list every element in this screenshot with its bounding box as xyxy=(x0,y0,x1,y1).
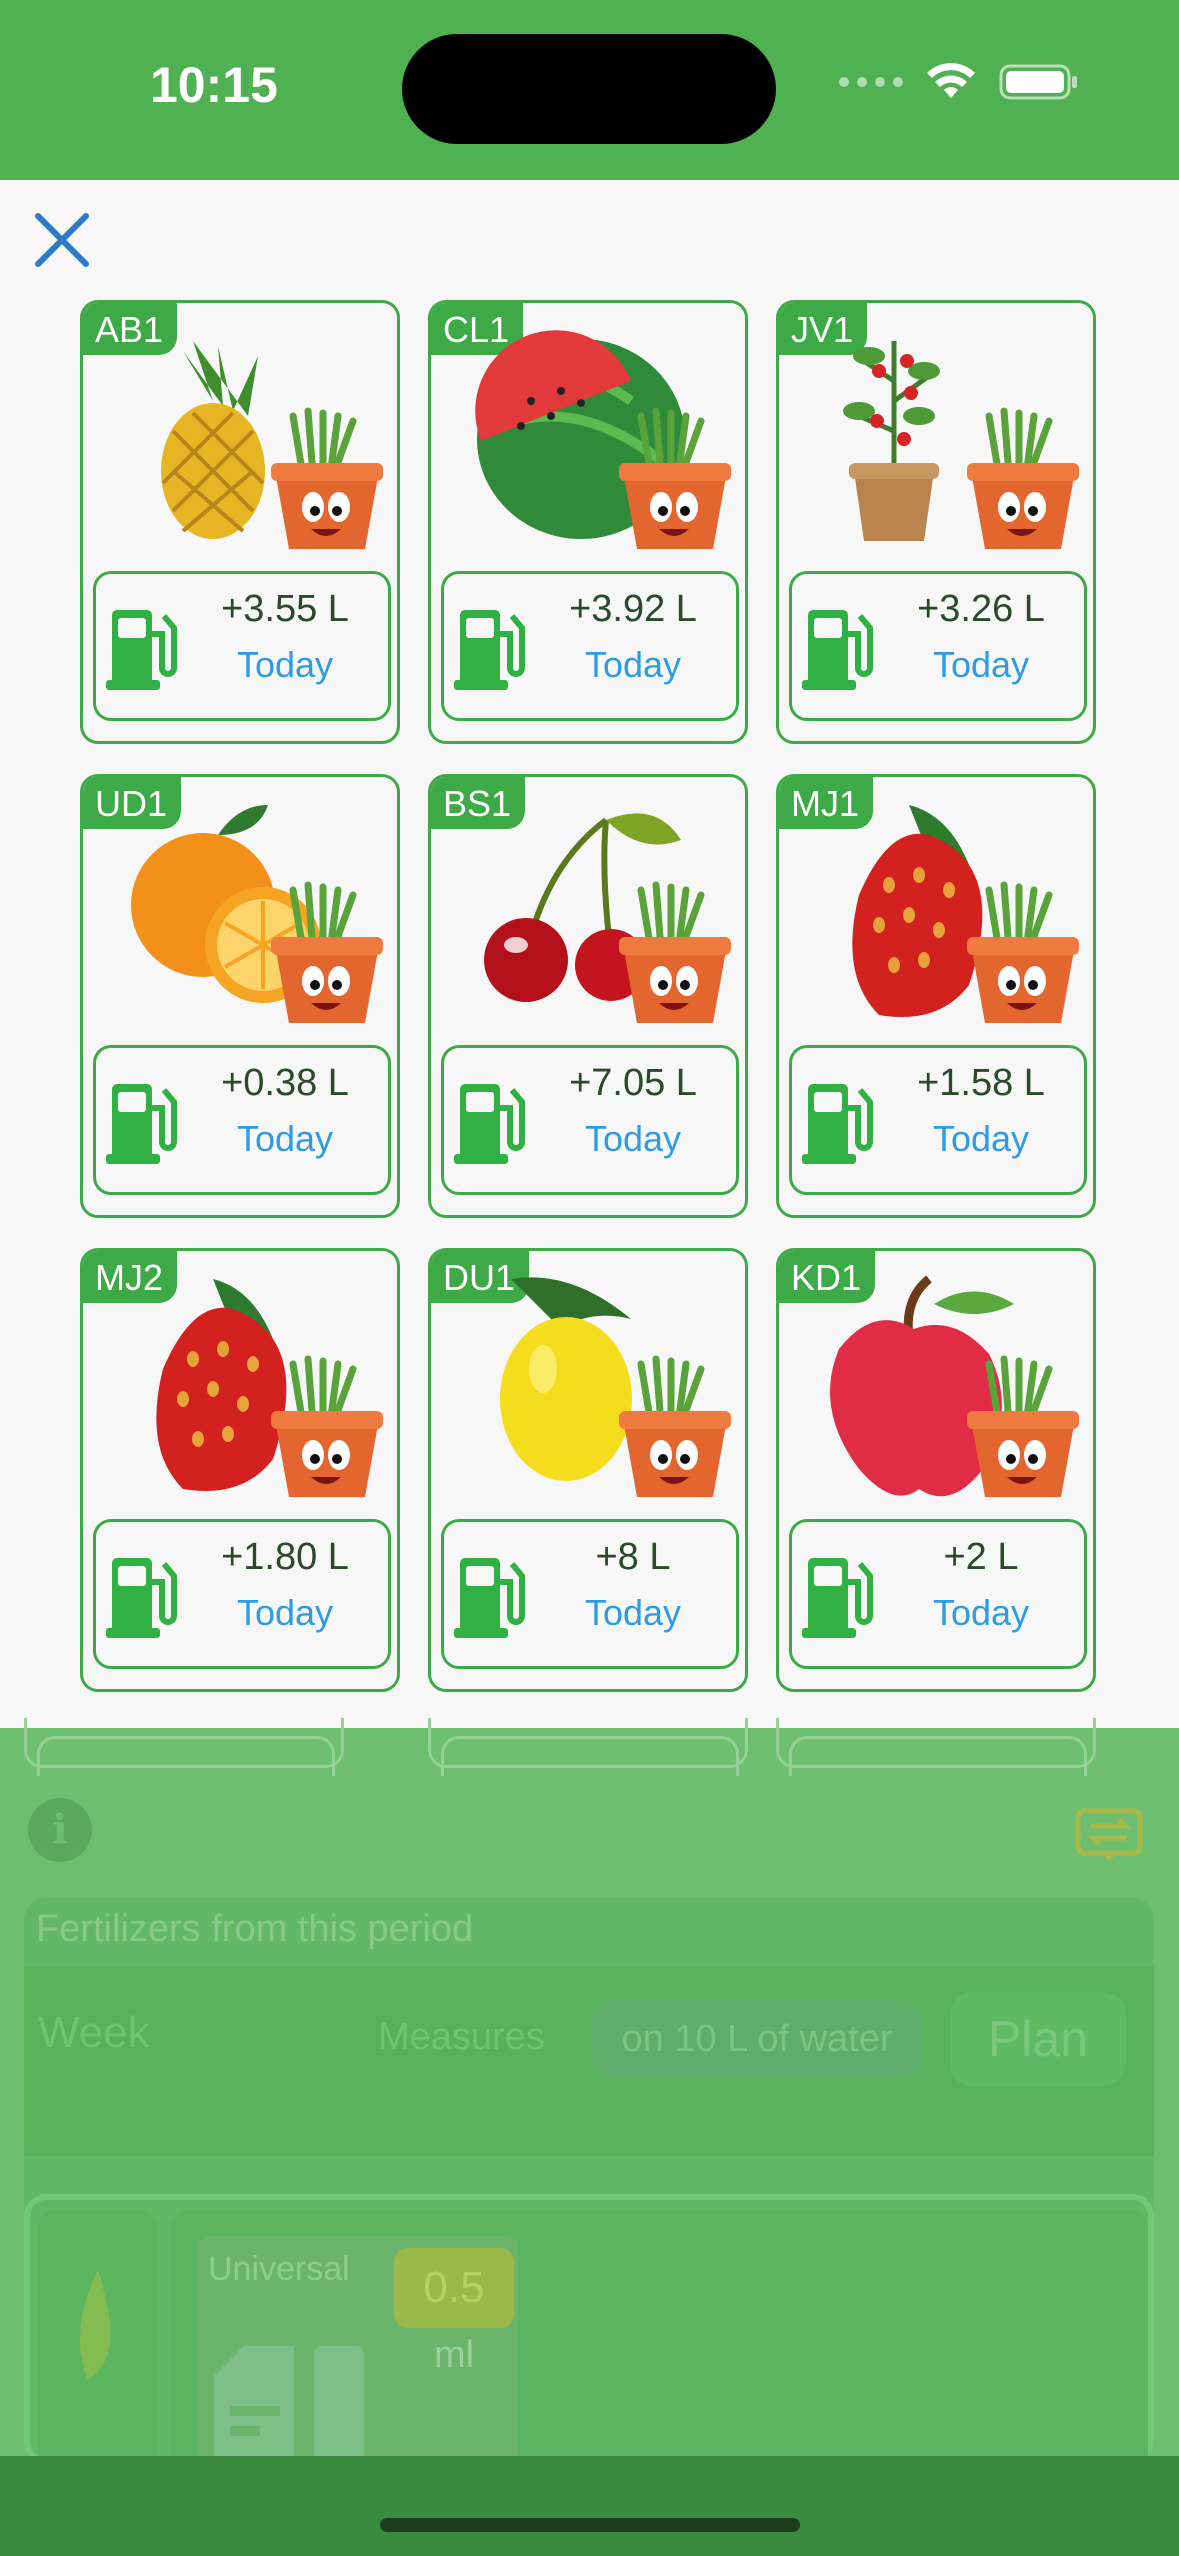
fuel-pump-icon xyxy=(802,1558,873,1638)
orange-icon xyxy=(131,805,383,1023)
fertilizer-card: Universal 0.5 ml xyxy=(198,2236,518,2476)
plant-card[interactable]: MJ2 +1.80 L Today xyxy=(80,1248,400,1692)
fertilizer-row: Universal 0.5 ml xyxy=(24,2194,1154,2480)
fuel-pump-icon xyxy=(454,1558,525,1638)
water-amount: +7.05 L xyxy=(569,1062,697,1104)
date-label: Today xyxy=(584,1592,682,1633)
cherry-icon xyxy=(484,813,731,1023)
pot-mascot xyxy=(271,407,383,549)
background-card xyxy=(24,1718,344,1776)
swap-icon xyxy=(1075,1808,1143,1861)
fuel-pump-icon xyxy=(106,610,177,690)
plant-card[interactable]: AB1 +3.55 L Today xyxy=(80,300,400,744)
background-card-edges xyxy=(24,1718,1154,1776)
fuel-summary: +7.05 L Today xyxy=(441,1045,739,1195)
water-amount: +3.26 L xyxy=(917,588,1045,630)
measures-label: Measures xyxy=(378,2016,545,2058)
fuel-summary: +0.38 L Today xyxy=(93,1045,391,1195)
fuel-summary: +2 L Today xyxy=(789,1519,1087,1669)
date-label: Today xyxy=(584,644,682,685)
plant-card[interactable]: MJ1 +1.58 L Today xyxy=(776,774,1096,1218)
plant-card[interactable]: KD1 +2 L Today xyxy=(776,1248,1096,1692)
background-screen: i Fertilizers from this period Week Meas… xyxy=(0,1718,1179,2480)
background-card xyxy=(428,1718,748,1776)
date-label: Today xyxy=(584,1118,682,1159)
water-amount: +1.80 L xyxy=(221,1536,349,1578)
status-time: 10:15 xyxy=(150,57,278,113)
plant-card[interactable]: DU1 +8 L Today xyxy=(428,1248,748,1692)
plant-card[interactable]: CL1 +3.92 L Today xyxy=(428,300,748,744)
plant-card[interactable]: UD1 +0.38 L Today xyxy=(80,774,400,1218)
date-label: Today xyxy=(932,1592,1030,1633)
apple-icon xyxy=(830,1275,1079,1497)
strawberry-icon xyxy=(156,1279,383,1497)
plant-card[interactable]: JV1 +3.26 L Today xyxy=(776,300,1096,744)
fuel-pump-icon xyxy=(106,1558,177,1638)
plan-button: Plan xyxy=(950,1992,1126,2086)
pineapple-icon xyxy=(161,341,383,549)
fuel-summary: +1.80 L Today xyxy=(93,1519,391,1669)
fertilizer-list: Universal 0.5 ml xyxy=(170,2210,1148,2480)
fuel-summary: +8 L Today xyxy=(441,1519,739,1669)
fuel-summary: +1.58 L Today xyxy=(789,1045,1087,1195)
background-card xyxy=(776,1718,1096,1776)
water-amount: +0.38 L xyxy=(221,1062,349,1104)
fuel-pump-icon xyxy=(454,1084,525,1164)
water-amount: +2 L xyxy=(943,1536,1019,1578)
sprout-icon xyxy=(80,2270,111,2380)
plant-card[interactable]: BS1 +7.05 L Today xyxy=(428,774,748,1218)
fertilizer-name: Universal xyxy=(208,2250,350,2288)
status-bar: 10:15 xyxy=(0,0,1179,180)
fuel-summary: +3.26 L Today xyxy=(789,571,1087,721)
cellular-signal-icon xyxy=(839,77,903,87)
date-label: Today xyxy=(236,644,334,685)
tomato-plant-icon xyxy=(843,341,1079,549)
dose-quantity: 0.5 xyxy=(394,2248,514,2328)
strawberry-icon xyxy=(852,805,1079,1023)
info-icon: i xyxy=(28,1798,92,1862)
date-label: Today xyxy=(932,1118,1030,1159)
water-amount: +3.55 L xyxy=(221,588,349,630)
water-volume-chip: on 10 L of water xyxy=(592,2000,922,2078)
dose-unit: ml xyxy=(433,2334,475,2376)
panel-title: Fertilizers from this period xyxy=(36,1908,474,1950)
fuel-pump-icon xyxy=(802,610,873,690)
fuel-pump-icon xyxy=(106,1084,177,1164)
week-label: Week xyxy=(38,2008,150,2057)
water-amount: +8 L xyxy=(595,1536,671,1578)
water-amount: +1.58 L xyxy=(917,1062,1045,1104)
water-amount: +3.92 L xyxy=(569,588,697,630)
close-icon[interactable] xyxy=(30,208,94,272)
fertilizer-bottle-icon xyxy=(214,2346,364,2476)
status-icons xyxy=(839,62,1079,102)
growth-stage-column xyxy=(38,2210,158,2480)
fuel-pump-icon xyxy=(802,1084,873,1164)
fuel-pump-icon xyxy=(454,610,525,690)
fertilizers-panel: Fertilizers from this period Week Measur… xyxy=(24,1898,1154,2480)
date-label: Today xyxy=(236,1592,334,1633)
battery-icon xyxy=(999,64,1077,100)
lemon-icon xyxy=(500,1277,731,1497)
home-indicator[interactable] xyxy=(380,2518,800,2532)
fuel-summary: +3.92 L Today xyxy=(441,571,739,721)
date-label: Today xyxy=(932,644,1030,685)
fertilizer-sheet: AB1 +3.55 L Today CL1 +3.92 L Today JV1 … xyxy=(0,180,1179,1728)
dynamic-island xyxy=(402,34,776,144)
bottom-bar xyxy=(0,2456,1179,2556)
fuel-summary: +3.55 L Today xyxy=(93,571,391,721)
date-label: Today xyxy=(236,1118,334,1159)
wifi-icon xyxy=(927,63,975,98)
watermelon-icon xyxy=(475,330,731,549)
